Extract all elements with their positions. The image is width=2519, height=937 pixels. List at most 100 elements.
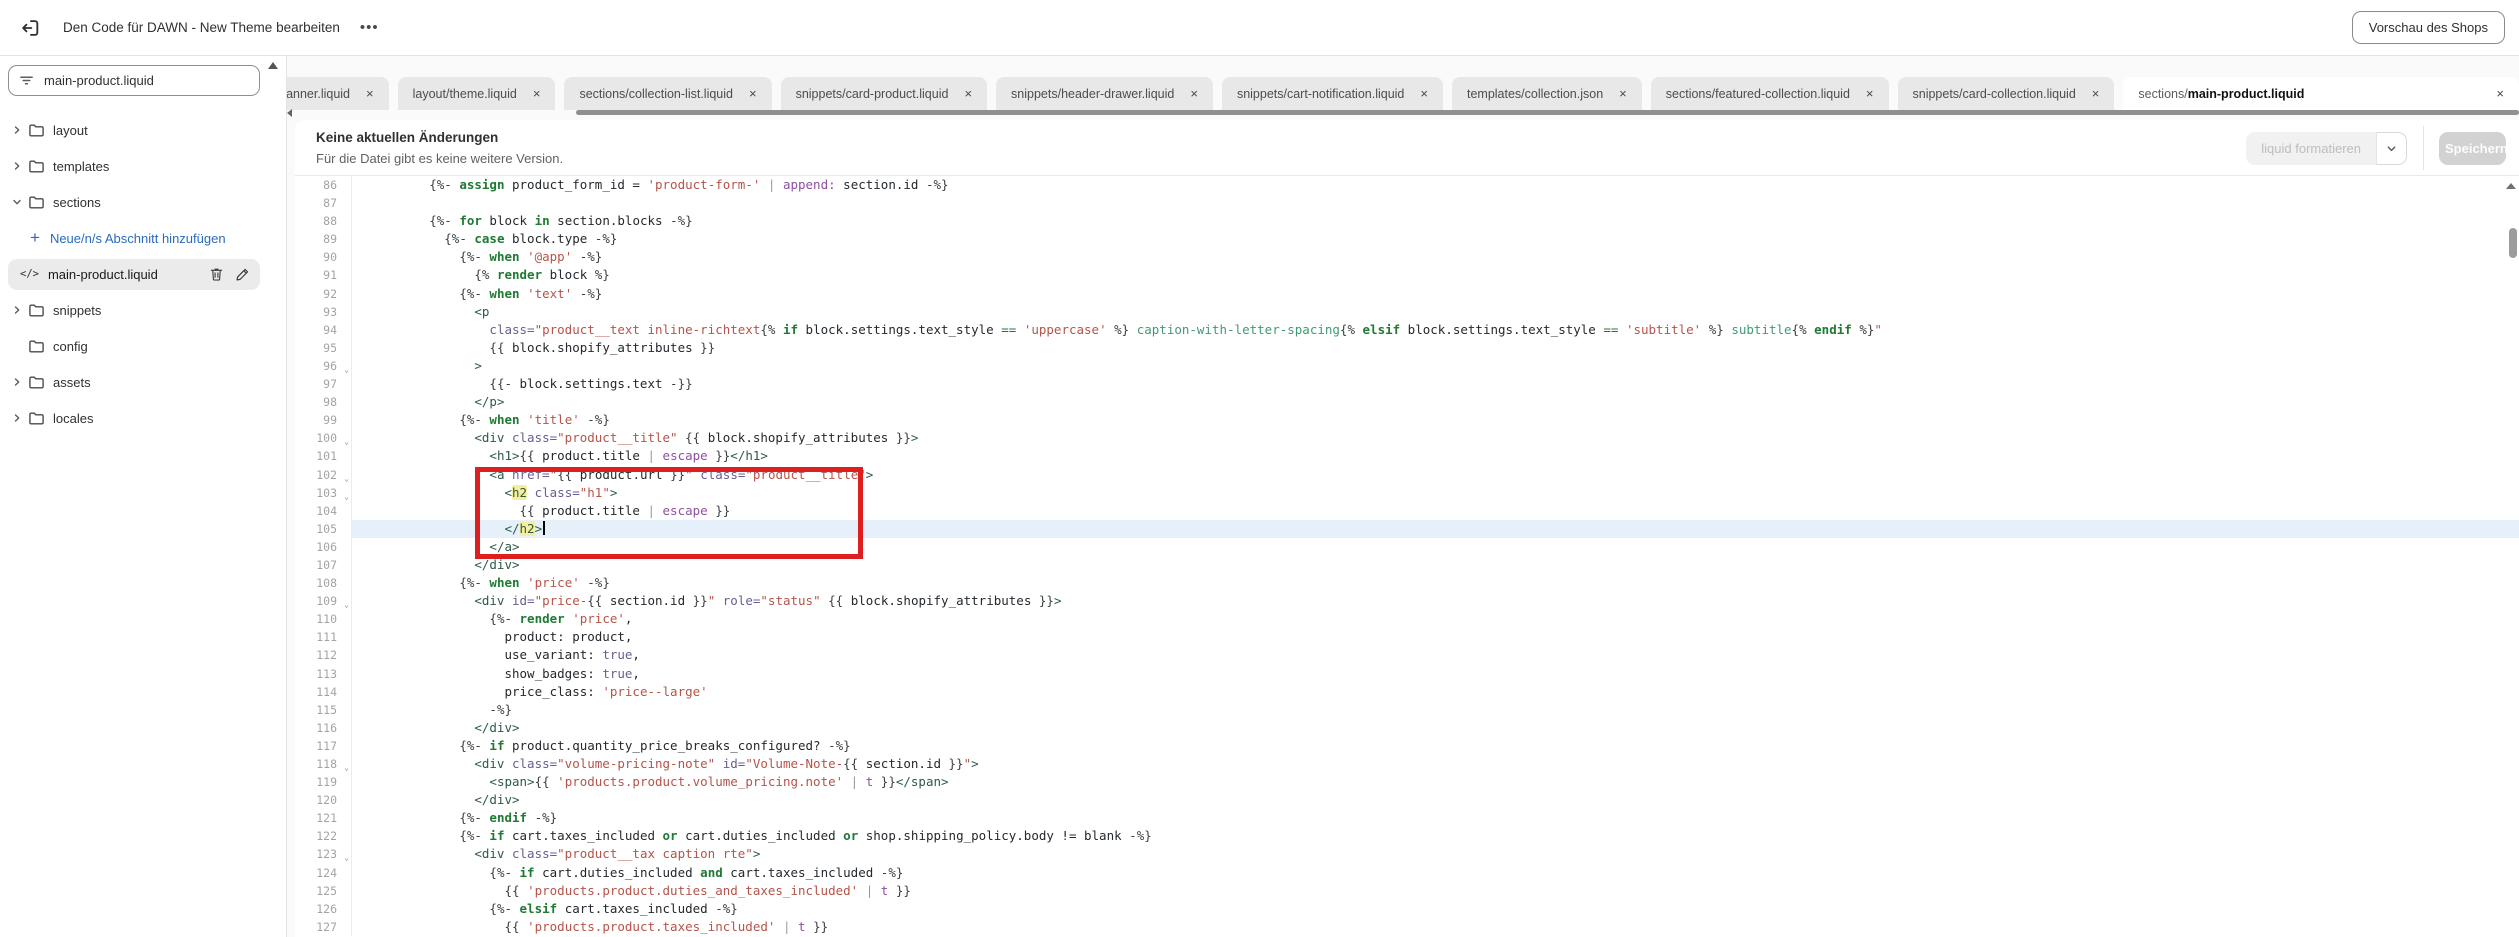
code-line-109[interactable]: 109 ⌄ <div id="price-{{ section.id }}" ro… [295, 592, 2519, 611]
code-line-94[interactable]: 94 class="product__text inline-richtext{… [295, 320, 2519, 339]
code-text: {{ 'products.product.taxes_included' | t… [504, 918, 829, 934]
tabs-horizontal-scrollbar[interactable] [287, 109, 2519, 117]
tab-layout/theme.liquid[interactable]: layout/theme.liquid × [397, 77, 556, 110]
code-line-92[interactable]: 92 {%- when 'text' -%} [295, 284, 2519, 303]
code-line-103[interactable]: 103 ⌄ <h2 class="h1"> [295, 483, 2519, 502]
add-section-button[interactable]: + Neue/n/s Abschnitt hinzufügen [0, 220, 286, 256]
close-tab-icon[interactable]: × [2496, 87, 2504, 100]
close-tab-icon[interactable]: × [1866, 87, 1874, 100]
chevron-right-icon [14, 126, 20, 134]
code-line-106[interactable]: 106 </a> [295, 537, 2519, 556]
code-line-127[interactable]: 127 {{ 'products.product.taxes_included'… [295, 917, 2519, 936]
tab-sections/featured-collection.liquid[interactable]: sections/featured-collection.liquid × [1650, 77, 1889, 110]
close-tab-icon[interactable]: × [1619, 87, 1627, 100]
code-line-124[interactable]: 124 {%- if cart.duties_included and cart… [295, 863, 2519, 882]
code-line-87[interactable]: 87 [295, 194, 2519, 213]
code-line-119[interactable]: 119 <span>{{ 'products.product.volume_pr… [295, 773, 2519, 792]
close-tab-icon[interactable]: × [749, 87, 757, 100]
file-name: main-product.liquid [47, 266, 158, 282]
close-tab-icon[interactable]: × [533, 87, 541, 100]
code-line-105[interactable]: 105 </h2> [295, 519, 2519, 538]
sidebar-folder-sections[interactable]: sections [0, 184, 286, 220]
sidebar-scroll-up-arrow[interactable] [268, 62, 278, 69]
code-line-100[interactable]: 100 ⌄ <div class="product__title" {{ bloc… [295, 429, 2519, 448]
tabs-scrollbar-thumb[interactable] [576, 110, 2519, 115]
file-search[interactable] [8, 65, 260, 96]
code-line-93[interactable]: 93 <p [295, 302, 2519, 321]
sidebar-item-main-product.liquid[interactable]: </> main-product.liquid [8, 258, 260, 290]
preview-shop-button[interactable]: Vorschau des Shops [2351, 11, 2505, 44]
sidebar-folder-config[interactable]: config [0, 328, 286, 364]
code-line-101[interactable]: 101 <h1>{{ product.title | escape }}</h1… [295, 447, 2519, 466]
code-line-126[interactable]: 126 {%- elsif cart.taxes_included -%} [295, 899, 2519, 918]
code-line-91[interactable]: 91 {% render block %} [295, 266, 2519, 285]
code-line-121[interactable]: 121 {%- endif -%} [295, 809, 2519, 828]
exit-editor-icon[interactable] [19, 17, 41, 39]
code-line-86[interactable]: 86 {%- assign product_form_id = 'product… [295, 176, 2519, 195]
code-line-89[interactable]: 89 {%- case block.type -%} [295, 230, 2519, 249]
tab-sections/collection-list.liquid[interactable]: sections/collection-list.liquid × [564, 77, 772, 110]
code-line-125[interactable]: 125 {{ 'products.product.duties_and_taxe… [295, 881, 2519, 900]
line-number: 113 [295, 664, 352, 683]
code-line-110[interactable]: 110 {%- render 'price', [295, 610, 2519, 629]
sidebar-folder-assets[interactable]: assets [0, 364, 286, 400]
line-number: 116 [295, 718, 352, 737]
code-text: <div class="volume-pricing-note" id="Vol… [474, 756, 979, 771]
sidebar-folder-layout[interactable]: layout [0, 112, 286, 148]
rename-file-icon[interactable] [235, 267, 250, 282]
code-line-88[interactable]: 88 {%- for block in section.blocks -%} [295, 212, 2519, 231]
tab-sections/main-product.liquid[interactable]: sections/main-product.liquid × [2123, 77, 2519, 110]
editor-vertical-scrollbar-thumb[interactable] [2509, 228, 2517, 258]
save-button[interactable]: Speichern [2439, 132, 2508, 165]
tab-snippets/card-product.liquid[interactable]: snippets/card-product.liquid × [780, 77, 988, 110]
folder-icon [29, 339, 44, 353]
code-line-120[interactable]: 120 </div> [295, 791, 2519, 810]
code-line-107[interactable]: 107 </div> [295, 555, 2519, 575]
code-editor[interactable]: 86 {%- assign product_form_id = 'product… [295, 176, 2519, 937]
tab-snippets/cart-notification.liquid[interactable]: snippets/cart-notification.liquid × [1221, 77, 1443, 110]
close-tab-icon[interactable]: × [964, 87, 972, 100]
code-line-95[interactable]: 95 {{ block.shopify_attributes }} [295, 338, 2519, 357]
code-line-111[interactable]: 111 product: product, [295, 628, 2519, 647]
code-line-97[interactable]: 97 {{- block.settings.text -}} [295, 375, 2519, 394]
code-line-96[interactable]: 96 ⌄ > [295, 356, 2519, 376]
sidebar-folder-locales[interactable]: locales [0, 400, 286, 436]
sidebar-folder-templates[interactable]: templates [0, 148, 286, 184]
code-line-122[interactable]: 122 {%- if cart.taxes_included or cart.d… [295, 827, 2519, 846]
code-line-115[interactable]: 115 -%} [295, 700, 2519, 719]
tab-templates/collection.json[interactable]: templates/collection.json × [1451, 77, 1642, 110]
format-liquid-button[interactable]: liquid formatieren [2246, 132, 2376, 165]
more-actions-button[interactable]: ••• [354, 17, 385, 38]
code-line-117[interactable]: 117 {%- if product.quantity_price_breaks… [295, 736, 2519, 755]
code-line-114[interactable]: 114 price_class: 'price--large' [295, 682, 2519, 701]
close-tab-icon[interactable]: × [2092, 87, 2100, 100]
tab-snippets/header-drawer.liquid[interactable]: snippets/header-drawer.liquid × [996, 77, 1213, 110]
code-line-104[interactable]: 104 {{ product.title | escape }} [295, 501, 2519, 520]
code-line-108[interactable]: 108 {%- when 'price' -%} [295, 574, 2519, 593]
format-dropdown-button[interactable] [2376, 132, 2407, 165]
tab-e-banner.liquid[interactable]: e-banner.liquid × [287, 77, 389, 110]
code-line-123[interactable]: 123 ⌄ <div class="product__tax caption rt… [295, 845, 2519, 864]
delete-file-icon[interactable] [209, 266, 224, 282]
code-line-98[interactable]: 98 </p> [295, 393, 2519, 412]
code-line-118[interactable]: 118 ⌄ <div class="volume-pricing-note" id… [295, 755, 2519, 774]
sidebar-folder-snippets[interactable]: snippets [0, 292, 286, 328]
chevron-right-icon [14, 378, 20, 386]
search-input[interactable] [42, 72, 232, 89]
close-tab-icon[interactable]: × [1420, 87, 1428, 100]
tab-snippets/card-collection.liquid[interactable]: snippets/card-collection.liquid × [1897, 77, 2115, 110]
line-number: 109 ⌄ [295, 592, 352, 611]
line-number: 112 [295, 646, 352, 665]
line-number: 95 [295, 338, 352, 357]
code-line-90[interactable]: 90 {%- when '@app' -%} [295, 248, 2519, 267]
code-line-112[interactable]: 112 use_variant: true, [295, 646, 2519, 665]
close-tab-icon[interactable]: × [1190, 87, 1198, 100]
line-number: 97 [295, 375, 352, 394]
code-line-102[interactable]: 102 ⌄ <a href="{{ product.url }}" class="… [295, 465, 2519, 484]
code-line-113[interactable]: 113 show_badges: true, [295, 664, 2519, 683]
code-line-99[interactable]: 99 {%- when 'title' -%} [295, 411, 2519, 430]
code-line-116[interactable]: 116 </div> [295, 718, 2519, 737]
close-tab-icon[interactable]: × [366, 87, 374, 100]
tabs-scroll-left-arrow[interactable] [287, 109, 292, 117]
editor-scroll-up-arrow[interactable] [2506, 183, 2516, 189]
